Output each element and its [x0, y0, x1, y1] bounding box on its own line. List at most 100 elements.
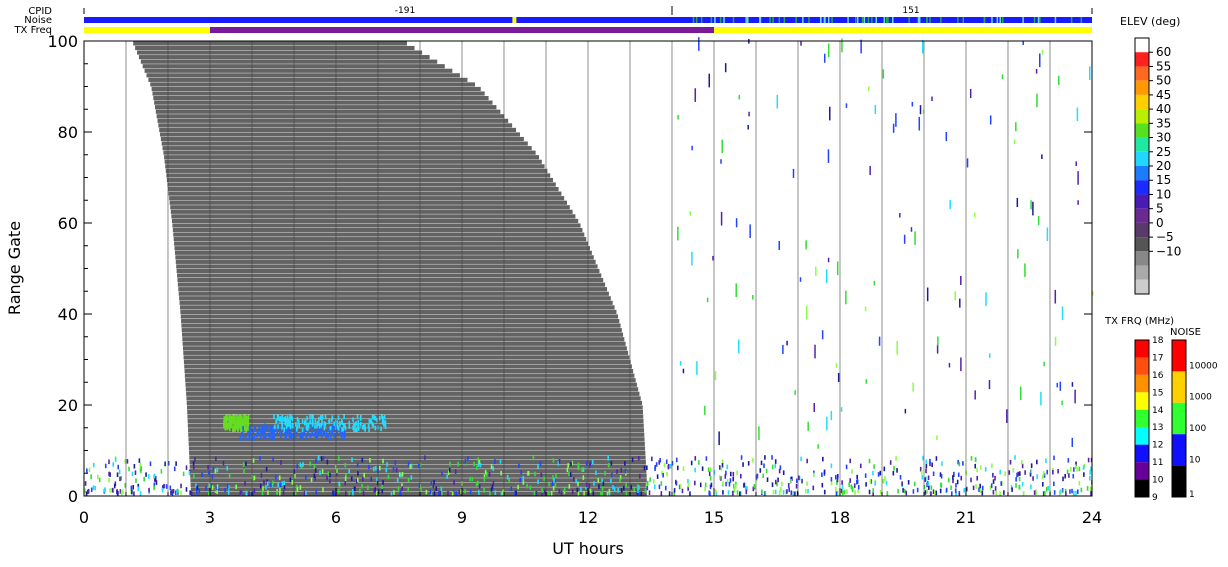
- echo-point: [1042, 471, 1045, 476]
- echo-point: [292, 423, 294, 429]
- echo-point: [277, 424, 279, 429]
- noise-strip-mark: [719, 17, 722, 23]
- echo-point: [934, 490, 936, 495]
- echo-point: [1053, 481, 1055, 487]
- echo-point: [918, 116, 921, 131]
- ground-scatter-row: [182, 346, 627, 351]
- echo-point: [924, 490, 927, 495]
- echo-point: [602, 481, 605, 487]
- elev-color-swatch: [1135, 66, 1149, 81]
- ground-scatter-row: [174, 246, 590, 251]
- ground-scatter-row: [177, 273, 602, 278]
- elev-color-swatch: [1135, 194, 1149, 209]
- echo-point: [226, 466, 229, 471]
- echo-point: [379, 465, 381, 471]
- echo-point: [761, 489, 763, 495]
- echo-point: [760, 460, 763, 466]
- echo-point: [500, 491, 503, 496]
- echo-point: [1030, 463, 1033, 468]
- echo-point: [736, 490, 739, 495]
- echo-point: [846, 489, 848, 494]
- echo-point: [331, 429, 334, 435]
- echo-point: [537, 479, 539, 485]
- echo-point: [355, 427, 357, 432]
- echo-point: [1089, 475, 1091, 481]
- echo-point: [337, 415, 340, 420]
- echo-point: [297, 419, 300, 424]
- echo-point: [313, 473, 316, 478]
- echo-point: [762, 473, 764, 479]
- ground-scatter-row: [168, 187, 559, 192]
- echo-point: [1030, 484, 1032, 490]
- echo-point: [315, 430, 317, 436]
- elev-tick-label: 50: [1156, 74, 1171, 88]
- echo-point: [522, 480, 525, 485]
- echo-point: [348, 424, 351, 429]
- echo-point: [653, 484, 656, 489]
- echo-point: [241, 431, 244, 436]
- echo-point: [433, 491, 436, 496]
- echo-point: [669, 463, 672, 469]
- echo-point: [835, 491, 838, 496]
- echo-point: [929, 458, 931, 464]
- ground-scatter-row: [153, 96, 489, 101]
- echo-point: [344, 480, 347, 486]
- top-panels: CPID Noise TX Freq -191 151: [13, 6, 1093, 36]
- echo-point: [267, 490, 269, 495]
- noise-strip-mark: [710, 17, 713, 23]
- noise-tick-label: 100: [1189, 424, 1206, 434]
- txfreq-color-swatch: [1135, 444, 1149, 463]
- ground-scatter-row: [175, 255, 594, 260]
- echo-point: [332, 490, 334, 496]
- echo-point: [284, 431, 286, 437]
- echo-point: [500, 470, 502, 476]
- echo-point: [1075, 161, 1077, 166]
- echo-point: [478, 490, 480, 495]
- echo-point: [821, 330, 824, 340]
- echo-point: [329, 425, 332, 431]
- echo-point: [1069, 489, 1071, 494]
- echo-point: [119, 476, 121, 482]
- echo-point: [704, 486, 706, 492]
- echo-point: [299, 462, 302, 468]
- echo-point: [830, 463, 833, 469]
- echo-point: [817, 444, 819, 449]
- echo-point: [872, 488, 875, 493]
- ground-scatter-row: [156, 114, 505, 119]
- echo-point: [721, 481, 724, 486]
- echo-point: [283, 427, 286, 432]
- ground-scatter-row: [178, 291, 609, 296]
- echo-point: [104, 463, 107, 469]
- echo-point: [947, 477, 950, 483]
- echo-point: [283, 485, 286, 490]
- cpid-value-2: 151: [902, 6, 919, 16]
- echo-point: [935, 490, 938, 496]
- echo-point: [384, 424, 387, 430]
- echo-point: [259, 456, 261, 461]
- echo-point: [779, 487, 782, 492]
- echo-point: [766, 477, 769, 482]
- echo-point: [620, 488, 623, 493]
- echo-point: [547, 491, 550, 496]
- echo-point: [771, 455, 773, 460]
- echo-point: [1041, 49, 1044, 55]
- elev-tick-label: 5: [1156, 202, 1164, 216]
- echo-point: [84, 488, 86, 493]
- noise-color-swatch: [1172, 402, 1186, 435]
- elev-color-swatch: [1135, 279, 1149, 294]
- txfreq-tick-label: 11: [1152, 458, 1163, 468]
- echo-point: [1008, 470, 1011, 475]
- echo-point: [273, 414, 275, 419]
- echo-point: [1082, 465, 1085, 470]
- echo-point: [304, 419, 306, 424]
- echo-point: [353, 422, 355, 427]
- ground-scatter-row: [187, 423, 644, 428]
- echo-point: [467, 456, 469, 461]
- noise-strip-mark: [861, 17, 864, 23]
- echo-point: [453, 480, 455, 485]
- echo-point: [772, 489, 775, 495]
- echo-point: [593, 481, 595, 486]
- ground-scatter-row: [160, 132, 520, 137]
- echo-point: [992, 479, 995, 484]
- echo-point: [912, 382, 914, 392]
